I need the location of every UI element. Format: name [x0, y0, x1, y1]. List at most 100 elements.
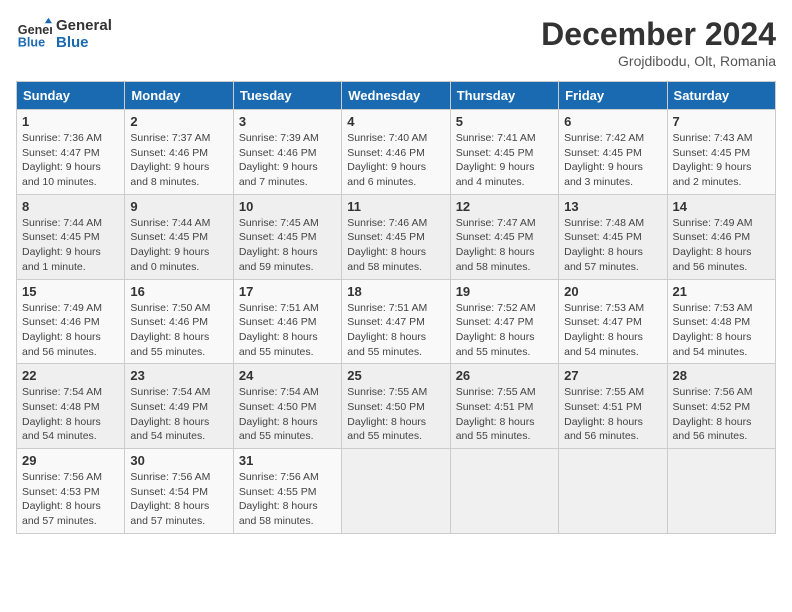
- calendar-cell: 11 Sunrise: 7:46 AM Sunset: 4:45 PM Dayli…: [342, 194, 450, 279]
- day-info: Sunrise: 7:56 AM Sunset: 4:52 PM Dayligh…: [673, 385, 770, 444]
- calendar-cell: 16Sunrise: 7:50 AM Sunset: 4:46 PM Dayli…: [125, 279, 233, 364]
- day-number: 1: [22, 114, 119, 129]
- calendar-cell: 15 Sunrise: 7:49 AM Sunset: 4:46 PM Dayli…: [17, 279, 125, 364]
- day-info: Sunrise: 7:47 AM Sunset: 4:45 PM Dayligh…: [456, 216, 553, 275]
- calendar-header-row: SundayMondayTuesdayWednesdayThursdayFrid…: [17, 82, 776, 110]
- day-info: Sunrise: 7:55 AM Sunset: 4:51 PM Dayligh…: [456, 385, 553, 444]
- day-number: 9: [130, 199, 227, 214]
- day-number: 15: [22, 284, 119, 299]
- calendar-body: 1 Sunrise: 7:36 AM Sunset: 4:47 PM Daylig…: [17, 110, 776, 534]
- day-number: 21: [673, 284, 770, 299]
- weekday-header-sunday: Sunday: [17, 82, 125, 110]
- calendar-cell: 9 Sunrise: 7:44 AM Sunset: 4:45 PM Daylig…: [125, 194, 233, 279]
- day-number: 14: [673, 199, 770, 214]
- calendar-cell: 13 Sunrise: 7:48 AM Sunset: 4:45 PM Dayli…: [559, 194, 667, 279]
- day-number: 5: [456, 114, 553, 129]
- day-info: Sunrise: 7:52 AM Sunset: 4:47 PM Dayligh…: [456, 301, 553, 360]
- calendar-cell: 8Sunrise: 7:44 AM Sunset: 4:45 PM Daylig…: [17, 194, 125, 279]
- calendar-cell: 12 Sunrise: 7:47 AM Sunset: 4:45 PM Dayli…: [450, 194, 558, 279]
- day-info: Sunrise: 7:48 AM Sunset: 4:45 PM Dayligh…: [564, 216, 661, 275]
- day-info: Sunrise: 7:54 AM Sunset: 4:50 PM Dayligh…: [239, 385, 336, 444]
- calendar-cell: 19Sunrise: 7:52 AM Sunset: 4:47 PM Dayli…: [450, 279, 558, 364]
- weekday-header-thursday: Thursday: [450, 82, 558, 110]
- day-number: 7: [673, 114, 770, 129]
- calendar-week-4: 22 Sunrise: 7:54 AM Sunset: 4:48 PM Dayli…: [17, 364, 776, 449]
- day-number: 31: [239, 453, 336, 468]
- calendar-cell: 25 Sunrise: 7:55 AM Sunset: 4:50 PM Dayli…: [342, 364, 450, 449]
- day-number: 11: [347, 199, 444, 214]
- calendar-cell: 30 Sunrise: 7:56 AM Sunset: 4:54 PM Dayli…: [125, 449, 233, 534]
- calendar-cell: 21 Sunrise: 7:53 AM Sunset: 4:48 PM Dayli…: [667, 279, 775, 364]
- day-number: 18: [347, 284, 444, 299]
- calendar-cell: 7 Sunrise: 7:43 AM Sunset: 4:45 PM Daylig…: [667, 110, 775, 195]
- day-number: 4: [347, 114, 444, 129]
- logo-line2: Blue: [56, 34, 112, 51]
- day-number: 13: [564, 199, 661, 214]
- calendar-cell: 23 Sunrise: 7:54 AM Sunset: 4:49 PM Dayli…: [125, 364, 233, 449]
- calendar-cell: 24 Sunrise: 7:54 AM Sunset: 4:50 PM Dayli…: [233, 364, 341, 449]
- calendar-week-1: 1 Sunrise: 7:36 AM Sunset: 4:47 PM Daylig…: [17, 110, 776, 195]
- calendar-cell: 10 Sunrise: 7:45 AM Sunset: 4:45 PM Dayli…: [233, 194, 341, 279]
- calendar-cell: 18 Sunrise: 7:51 AM Sunset: 4:47 PM Dayli…: [342, 279, 450, 364]
- calendar-cell: 26 Sunrise: 7:55 AM Sunset: 4:51 PM Dayli…: [450, 364, 558, 449]
- day-number: 29: [22, 453, 119, 468]
- day-info: Sunrise: 7:54 AM Sunset: 4:48 PM Dayligh…: [22, 385, 119, 444]
- day-info: Sunrise: 7:43 AM Sunset: 4:45 PM Dayligh…: [673, 131, 770, 190]
- calendar-week-3: 15 Sunrise: 7:49 AM Sunset: 4:46 PM Dayli…: [17, 279, 776, 364]
- weekday-header-tuesday: Tuesday: [233, 82, 341, 110]
- weekday-header-friday: Friday: [559, 82, 667, 110]
- day-info: Sunrise: 7:56 AM Sunset: 4:55 PM Dayligh…: [239, 470, 336, 529]
- day-info: Sunrise: 7:56 AM Sunset: 4:53 PM Dayligh…: [22, 470, 119, 529]
- calendar-cell: 17Sunrise: 7:51 AM Sunset: 4:46 PM Dayli…: [233, 279, 341, 364]
- page-header: General Blue General Blue December 2024 …: [16, 16, 776, 69]
- calendar-cell: 6Sunrise: 7:42 AM Sunset: 4:45 PM Daylig…: [559, 110, 667, 195]
- day-info: Sunrise: 7:55 AM Sunset: 4:50 PM Dayligh…: [347, 385, 444, 444]
- month-title: December 2024: [541, 16, 776, 53]
- day-info: Sunrise: 7:46 AM Sunset: 4:45 PM Dayligh…: [347, 216, 444, 275]
- calendar-cell: [559, 449, 667, 534]
- day-info: Sunrise: 7:54 AM Sunset: 4:49 PM Dayligh…: [130, 385, 227, 444]
- logo: General Blue General Blue: [16, 16, 112, 52]
- day-number: 23: [130, 368, 227, 383]
- day-number: 25: [347, 368, 444, 383]
- day-number: 24: [239, 368, 336, 383]
- calendar-cell: 14Sunrise: 7:49 AM Sunset: 4:46 PM Dayli…: [667, 194, 775, 279]
- svg-text:Blue: Blue: [18, 36, 45, 50]
- day-info: Sunrise: 7:44 AM Sunset: 4:45 PM Dayligh…: [22, 216, 119, 275]
- day-number: 3: [239, 114, 336, 129]
- day-info: Sunrise: 7:49 AM Sunset: 4:46 PM Dayligh…: [22, 301, 119, 360]
- day-number: 10: [239, 199, 336, 214]
- day-number: 16: [130, 284, 227, 299]
- day-number: 2: [130, 114, 227, 129]
- day-number: 30: [130, 453, 227, 468]
- calendar-week-2: 8Sunrise: 7:44 AM Sunset: 4:45 PM Daylig…: [17, 194, 776, 279]
- calendar-cell: 1 Sunrise: 7:36 AM Sunset: 4:47 PM Daylig…: [17, 110, 125, 195]
- day-info: Sunrise: 7:44 AM Sunset: 4:45 PM Dayligh…: [130, 216, 227, 275]
- day-number: 22: [22, 368, 119, 383]
- day-info: Sunrise: 7:56 AM Sunset: 4:54 PM Dayligh…: [130, 470, 227, 529]
- day-number: 28: [673, 368, 770, 383]
- day-info: Sunrise: 7:39 AM Sunset: 4:46 PM Dayligh…: [239, 131, 336, 190]
- calendar-cell: 31 Sunrise: 7:56 AM Sunset: 4:55 PM Dayli…: [233, 449, 341, 534]
- day-info: Sunrise: 7:37 AM Sunset: 4:46 PM Dayligh…: [130, 131, 227, 190]
- calendar-cell: 5Sunrise: 7:41 AM Sunset: 4:45 PM Daylig…: [450, 110, 558, 195]
- day-info: Sunrise: 7:45 AM Sunset: 4:45 PM Dayligh…: [239, 216, 336, 275]
- day-number: 27: [564, 368, 661, 383]
- day-number: 12: [456, 199, 553, 214]
- calendar-cell: 29 Sunrise: 7:56 AM Sunset: 4:53 PM Dayli…: [17, 449, 125, 534]
- day-info: Sunrise: 7:53 AM Sunset: 4:47 PM Dayligh…: [564, 301, 661, 360]
- day-info: Sunrise: 7:51 AM Sunset: 4:47 PM Dayligh…: [347, 301, 444, 360]
- calendar-cell: [342, 449, 450, 534]
- calendar-cell: 28 Sunrise: 7:56 AM Sunset: 4:52 PM Dayli…: [667, 364, 775, 449]
- location-subtitle: Grojdibodu, Olt, Romania: [541, 53, 776, 69]
- day-info: Sunrise: 7:36 AM Sunset: 4:47 PM Dayligh…: [22, 131, 119, 190]
- calendar-cell: 27 Sunrise: 7:55 AM Sunset: 4:51 PM Dayli…: [559, 364, 667, 449]
- weekday-header-monday: Monday: [125, 82, 233, 110]
- calendar-cell: 2 Sunrise: 7:37 AM Sunset: 4:46 PM Daylig…: [125, 110, 233, 195]
- calendar-cell: 22 Sunrise: 7:54 AM Sunset: 4:48 PM Dayli…: [17, 364, 125, 449]
- day-info: Sunrise: 7:42 AM Sunset: 4:45 PM Dayligh…: [564, 131, 661, 190]
- day-number: 26: [456, 368, 553, 383]
- day-info: Sunrise: 7:55 AM Sunset: 4:51 PM Dayligh…: [564, 385, 661, 444]
- day-info: Sunrise: 7:53 AM Sunset: 4:48 PM Dayligh…: [673, 301, 770, 360]
- calendar-cell: [667, 449, 775, 534]
